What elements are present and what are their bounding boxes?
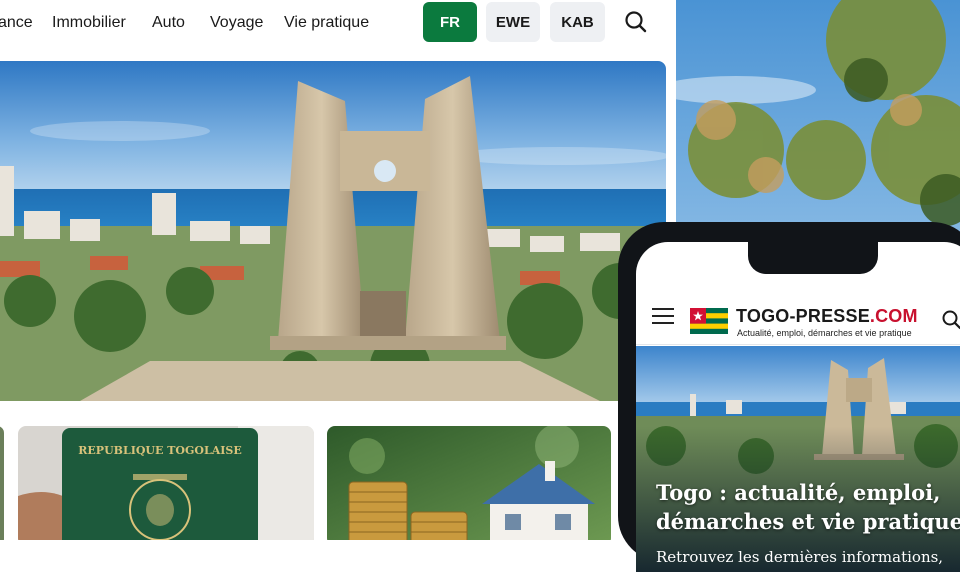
- coins-house-photo: [327, 426, 611, 540]
- site-logo[interactable]: TOGO-PRESSE.COM: [736, 306, 918, 327]
- article-card-partial[interactable]: [0, 426, 4, 540]
- mobile-hero-photo: [636, 346, 960, 572]
- nav-item-auto[interactable]: Auto: [152, 14, 185, 32]
- main-navigation: ance Immobilier Auto Voyage Vie pratique…: [0, 0, 676, 46]
- article-card-passport[interactable]: REPUBLIQUE TOGOLAISE: [18, 426, 314, 540]
- monument-photo: [0, 61, 666, 401]
- logo-suffix: .COM: [869, 306, 918, 326]
- mobile-search-button[interactable]: [940, 308, 960, 332]
- search-icon: [942, 310, 960, 330]
- nav-item-vie-pratique[interactable]: Vie pratique: [284, 14, 369, 32]
- search-button[interactable]: [622, 8, 650, 36]
- phone-notch: [748, 242, 878, 274]
- mobile-hero[interactable]: Togo : actualité, emploi, démarches et v…: [636, 346, 960, 572]
- desktop-page: ance Immobilier Auto Voyage Vie pratique…: [0, 0, 676, 540]
- site-tagline: Actualité, emploi, démarches et vie prat…: [737, 328, 912, 338]
- language-button-fr[interactable]: FR: [423, 2, 477, 42]
- passport-photo: REPUBLIQUE TOGOLAISE: [18, 426, 314, 540]
- mobile-hero-title: Togo : actualité, emploi, démarches et v…: [656, 480, 960, 534]
- language-button-kab[interactable]: KAB: [550, 2, 605, 42]
- nav-item-immobilier[interactable]: Immobilier: [52, 14, 126, 32]
- togo-flag-icon: [690, 308, 728, 334]
- hero-image[interactable]: [0, 61, 666, 401]
- passport-title-text: REPUBLIQUE TOGOLAISE: [78, 444, 241, 457]
- article-card-finance[interactable]: [327, 426, 611, 540]
- nav-item-voyage[interactable]: Voyage: [210, 14, 263, 32]
- language-button-ewe[interactable]: EWE: [486, 2, 540, 42]
- nav-item-finance[interactable]: ance: [0, 14, 33, 32]
- logo-text: TOGO-PRESSE: [736, 306, 870, 326]
- mobile-header: TOGO-PRESSE.COM Actualité, emploi, démar…: [636, 278, 960, 345]
- mobile-hero-subtitle: Retrouvez les dernières informations,: [656, 548, 944, 566]
- hamburger-menu-icon[interactable]: [652, 308, 674, 324]
- phone-mockup: TOGO-PRESSE.COM Actualité, emploi, démar…: [618, 222, 960, 572]
- search-icon: [625, 11, 647, 33]
- phone-screen: TOGO-PRESSE.COM Actualité, emploi, démar…: [636, 242, 960, 572]
